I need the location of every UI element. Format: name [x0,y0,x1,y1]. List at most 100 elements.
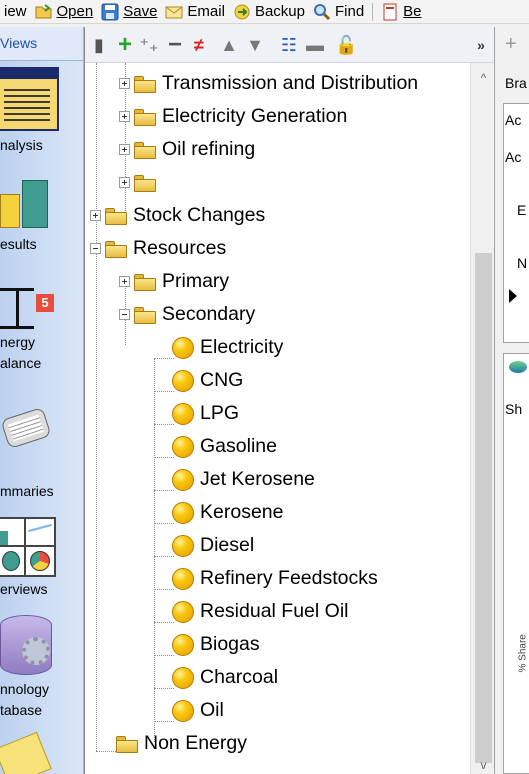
tree-node-charcoal[interactable]: Charcoal [172,661,278,694]
tree-node-oil-refining[interactable]: Oil refining [119,133,255,166]
tree-node-transmission-and-distribution[interactable]: Transmission and Distribution [119,67,418,100]
collapse-toggle[interactable] [90,243,101,254]
tree-view-icon[interactable]: ☷ [279,35,299,55]
tree-view[interactable]: Transmission and Distribution Electricit… [85,63,470,774]
tree-node-primary[interactable]: Primary [119,265,229,298]
lock-icon[interactable]: 🔓 [335,35,357,55]
expand-toggle[interactable] [119,276,130,287]
email-label: Email [187,3,225,20]
chart-show-label: Sh [505,401,523,417]
folder-icon[interactable]: ▬ [305,35,325,55]
tree-node-jet-kerosene[interactable]: Jet Kerosene [172,463,315,496]
open-folder-icon [35,3,53,21]
tree-node-label: Electricity Generation [162,105,348,127]
add-multiple-icon[interactable]: ⁺₊ [139,35,159,55]
folder-icon [104,240,128,258]
sidebar-item-technology-database[interactable]: nnology tabase [0,615,83,725]
property-row-1[interactable]: Ac [505,112,521,128]
folder-icon [133,141,157,159]
property-row-4[interactable]: N [517,255,527,271]
tree-node-label: Secondary [162,303,256,325]
expand-toggle[interactable] [119,177,130,188]
tree-node-biogas[interactable]: Biogas [172,628,260,661]
tree-node-refinery-feedstocks[interactable]: Refinery Feedstocks [172,562,378,595]
scroll-up-icon[interactable]: ^ [471,71,496,85]
remove-icon[interactable]: − [165,33,185,57]
expand-toggle[interactable] [119,78,130,89]
move-up-icon[interactable]: ▲ [219,35,239,55]
find-button[interactable]: Find [309,1,368,23]
analysis-icon [0,67,59,131]
expand-toggle[interactable] [119,111,130,122]
tree-guide-line [154,424,174,425]
tree-node-electricity[interactable]: Electricity [172,331,283,364]
tree-toolbar: ▮ + ⁺₊ − ≠ ▲ ▼ ☷ ▬ 🔓 » [85,27,495,63]
scroll-down-icon[interactable]: v [471,758,496,772]
sidebar-item-analysis[interactable]: nalysis [0,67,83,162]
folder-icon [133,75,157,93]
sidebar-item-label: nalysis [0,137,43,153]
sidebar-item-label-2: alance [0,355,42,371]
more-chevron-icon[interactable]: » [471,35,491,55]
property-row-3[interactable]: E [517,202,526,218]
expand-toggle[interactable] [90,210,101,221]
collapse-toggle[interactable] [119,309,130,320]
open-button[interactable]: Open [31,1,98,23]
tree-node-cng[interactable]: CNG [172,364,243,397]
tree-node-non-energy[interactable]: Non Energy [115,727,247,760]
open-label: Open [56,3,94,20]
fuel-ball-icon [172,699,194,722]
chart-type-icon[interactable] [509,361,527,373]
sidebar-item-overviews[interactable]: erviews [0,517,83,607]
tree-guide-line [96,751,116,752]
tree-node-gasoline[interactable]: Gasoline [172,430,277,463]
tree-node-label: CNG [200,369,244,391]
save-icon [101,3,119,21]
tree-scrollbar[interactable]: ^ v [470,63,495,774]
tree-node-lpg[interactable]: LPG [172,397,239,430]
tree-node-label: Jet Kerosene [200,468,315,490]
scrollbar-thumb[interactable] [475,253,492,763]
sidebar-item-energy-balance[interactable]: 5 nergy alance [0,272,83,382]
save-button[interactable]: Save [97,1,161,23]
email-button[interactable]: Email [161,1,229,23]
move-down-icon[interactable]: ▼ [245,35,265,55]
tree-node-kerosene[interactable]: Kerosene [172,496,283,529]
folder-add-icon[interactable]: ▮ [89,35,109,55]
tree-node-secondary[interactable]: Secondary [119,298,255,331]
overviews-icon [0,517,58,579]
sidebar-item-results[interactable]: esults [0,172,83,262]
tree-node-label: Stock Changes [133,204,266,226]
tree-node-label: Primary [162,270,230,292]
tree-node-oil[interactable]: Oil [172,694,224,727]
backup-label: Backup [254,3,305,20]
tree-node-resources[interactable]: Resources [90,232,226,265]
tree-node-label: Kerosene [200,501,284,523]
tree-guide-line [154,688,174,689]
tree-node-stock-changes[interactable]: Stock Changes [90,199,265,232]
tree-node-label: Oil refining [162,138,256,160]
view-menu[interactable]: iew [0,1,31,23]
tree-node-residual-fuel-oil[interactable]: Residual Fuel Oil [172,595,348,628]
tree-node-label: Charcoal [200,666,279,688]
tree-node-label: Refinery Feedstocks [200,567,378,589]
remove-red-icon[interactable]: ≠ [189,35,209,55]
sidebar-item-label: mmaries [0,483,54,499]
folder-icon [133,273,157,291]
be-button[interactable]: Be [377,1,425,23]
folder-icon [133,174,157,192]
sidebar-item-summaries[interactable]: mmaries [0,397,83,499]
tree-node-diesel[interactable]: Diesel [172,529,254,562]
expand-toggle[interactable] [119,144,130,155]
notes-icon[interactable] [0,731,52,774]
row-pointer-icon [509,289,517,303]
property-row-2[interactable]: Ac [505,149,521,165]
add-icon[interactable]: + [505,33,517,56]
backup-button[interactable]: Backup [229,1,309,23]
tree-node-electricity-generation[interactable]: Electricity Generation [119,100,347,133]
tree-guide-line [154,391,174,392]
add-icon[interactable]: + [115,33,135,57]
tree-node-unnamed[interactable] [119,166,162,199]
fuel-ball-icon [172,336,194,359]
search-icon [313,3,331,21]
